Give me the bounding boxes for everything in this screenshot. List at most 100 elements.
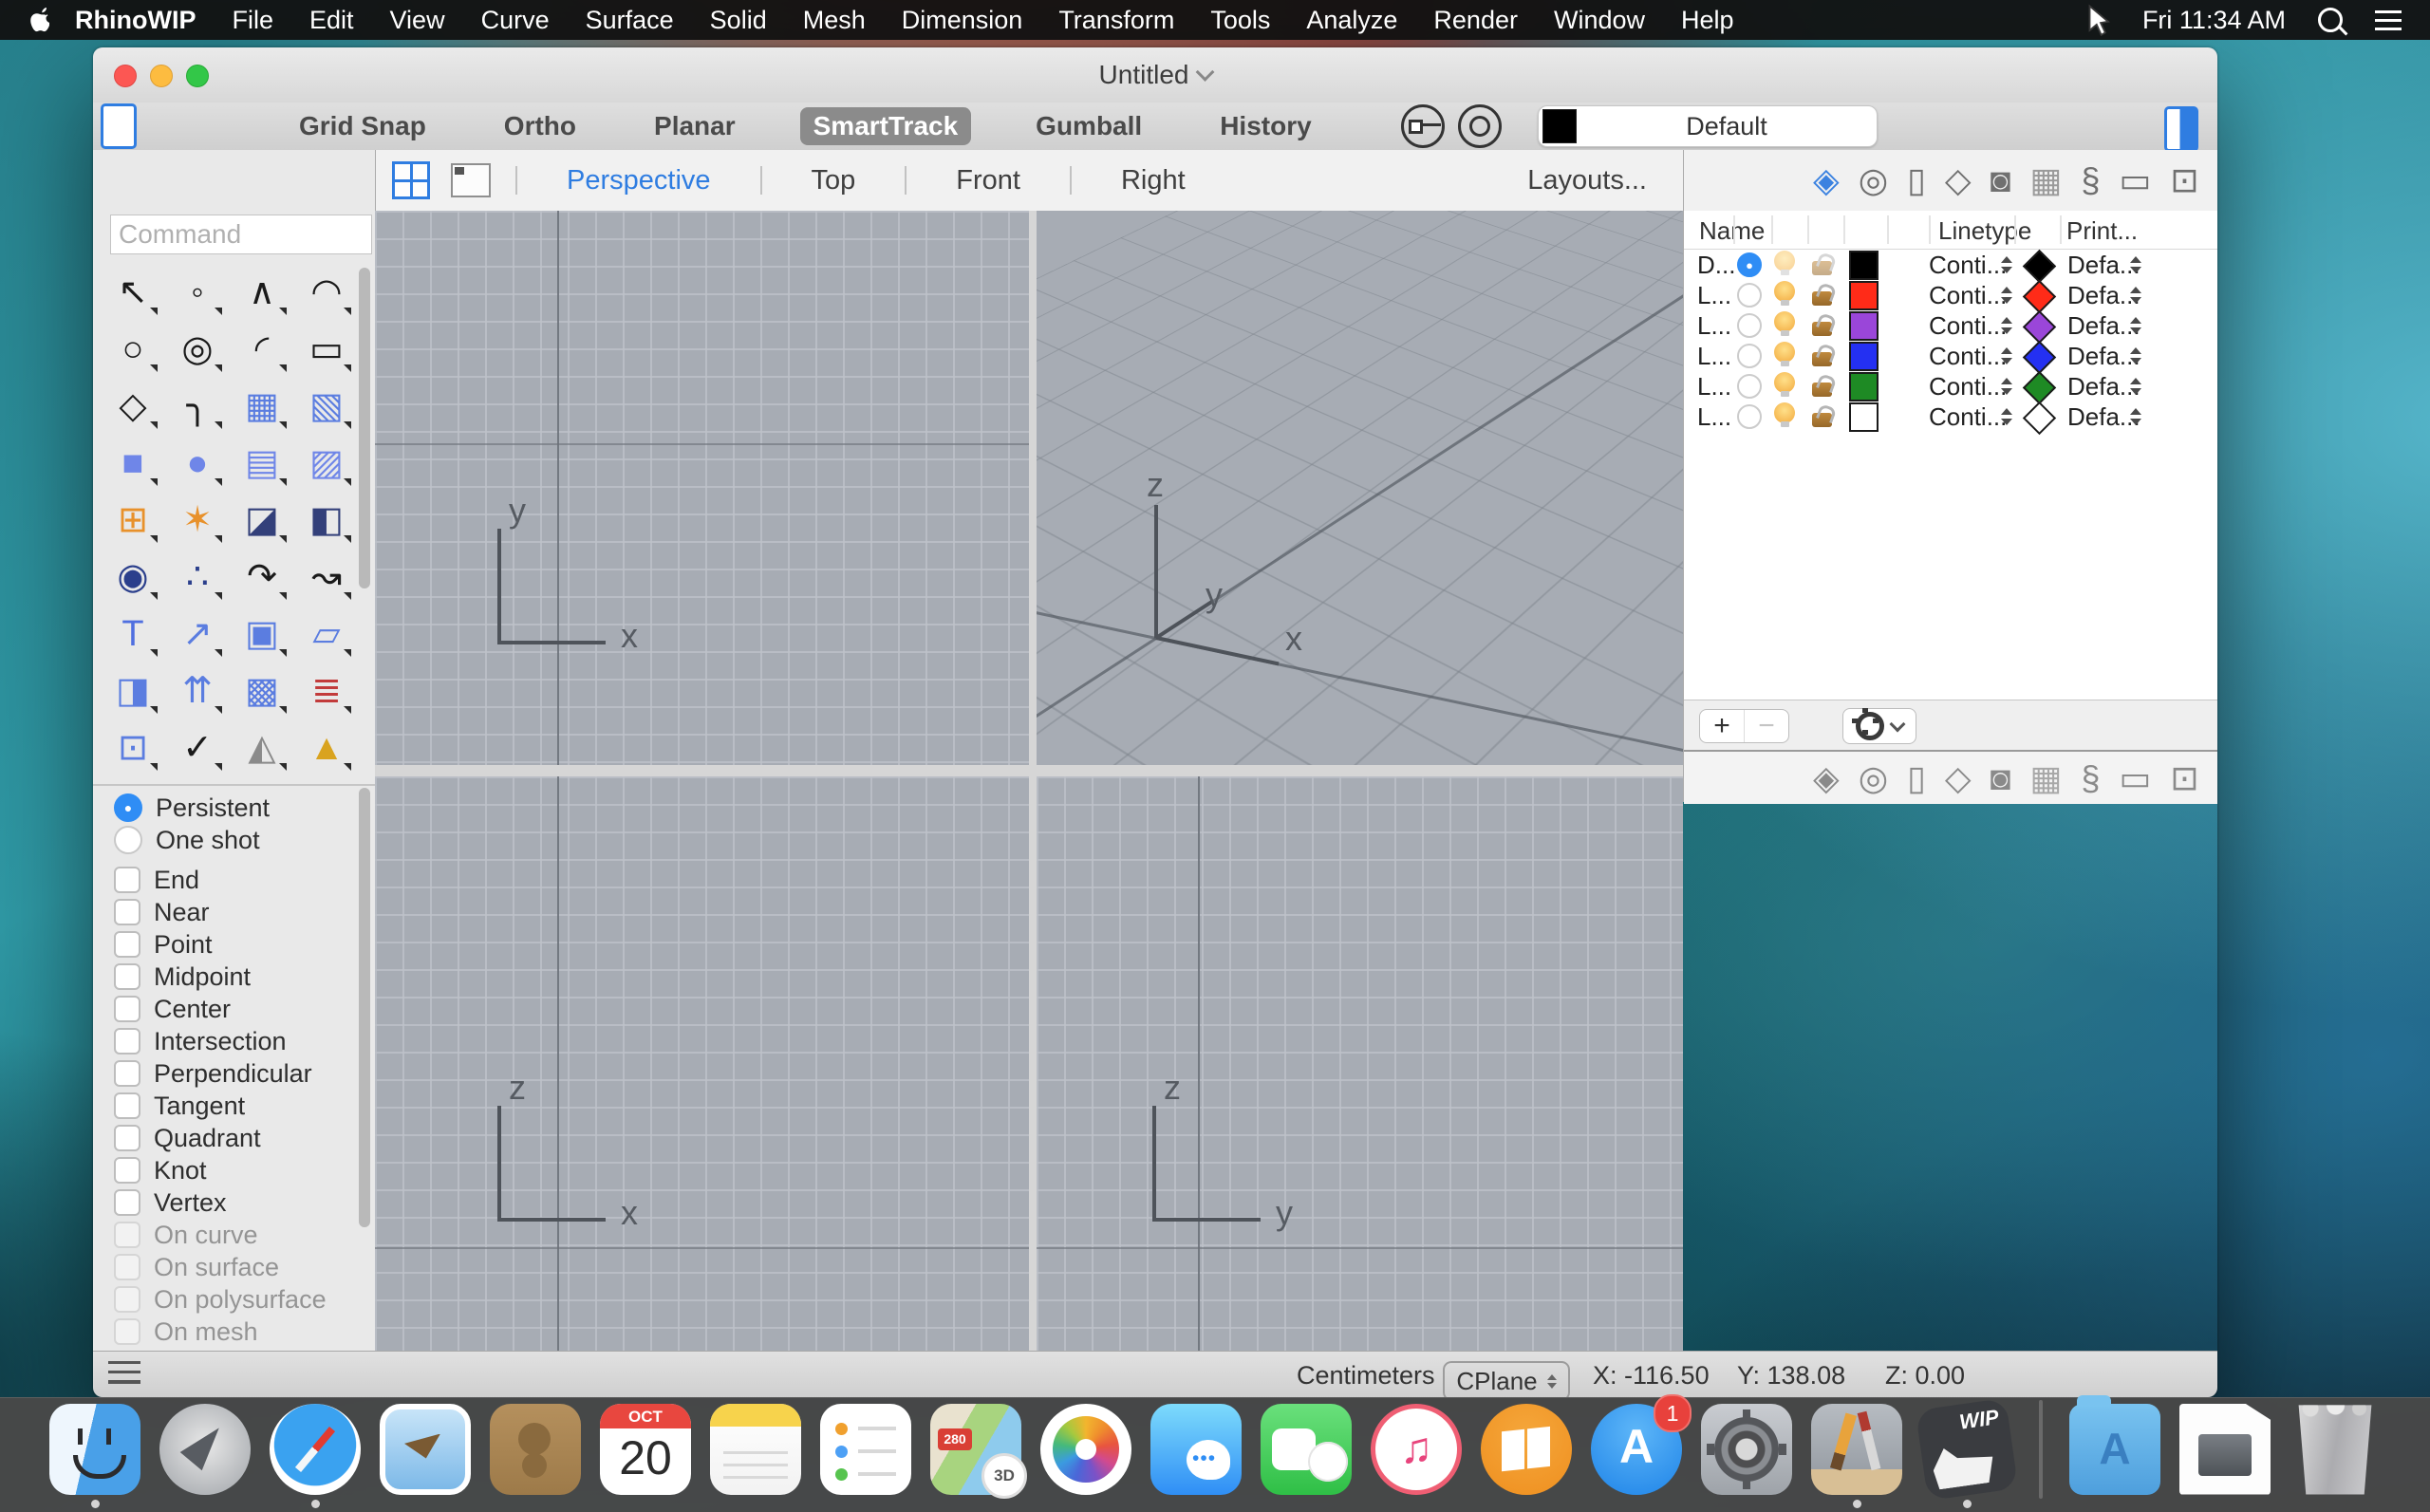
command-history-panel-tab-icon[interactable]: § <box>2081 163 2100 197</box>
dock-reminders[interactable] <box>820 1403 911 1508</box>
single-viewport-layout-icon[interactable] <box>451 163 491 197</box>
block-instance-tool[interactable]: ▣ <box>230 606 294 663</box>
checkbox[interactable] <box>114 963 140 990</box>
fillet-curves-tool[interactable]: ╮ <box>165 378 230 435</box>
print-width-stepper[interactable] <box>2130 347 2141 364</box>
surface-from-points-tool[interactable]: ▦ <box>230 378 294 435</box>
point-tool[interactable]: ◦ <box>165 264 230 321</box>
radio-button[interactable] <box>114 826 142 854</box>
osnap-checkbox-row[interactable]: End <box>93 864 375 896</box>
deform-surface-tool[interactable]: ▨ <box>294 435 359 492</box>
checkbox[interactable] <box>114 1189 140 1216</box>
apple-menu-icon[interactable] <box>28 8 49 32</box>
osnap-checkbox-row[interactable]: Midpoint <box>93 961 375 993</box>
status-menu-icon[interactable] <box>108 1361 140 1384</box>
layer-print-color[interactable] <box>2022 340 2057 375</box>
menu-item[interactable]: Dimension <box>902 6 1023 35</box>
linetype-stepper[interactable] <box>2001 347 2012 364</box>
notification-center-icon[interactable] <box>2375 9 2402 30</box>
layer-print-color[interactable] <box>2022 279 2057 314</box>
orient-mirror-tool[interactable]: ▱ <box>294 606 359 663</box>
polyline-tool[interactable]: ∧ <box>230 264 294 321</box>
toolbar-toggle[interactable]: Ortho <box>491 107 589 145</box>
checkbox[interactable] <box>114 1028 140 1055</box>
properties-panel-tab-icon[interactable]: ◎ <box>1859 163 1888 197</box>
checkbox[interactable] <box>114 931 140 958</box>
text-object-tool[interactable]: T <box>101 606 165 663</box>
plugins-tool[interactable]: ⊞ <box>101 492 165 549</box>
layer-print-color[interactable] <box>2022 401 2057 436</box>
osnap-checkbox-row[interactable]: Near <box>93 896 375 928</box>
osnap-checkbox-row[interactable]: On curve <box>93 1219 375 1251</box>
checkbox[interactable] <box>114 1157 140 1184</box>
circle-center-tool[interactable]: ⊕ <box>101 776 165 784</box>
osnap-checkbox-row[interactable]: Point <box>93 928 375 961</box>
layer-linetype[interactable]: Conti... <box>1929 311 2007 341</box>
menu-item[interactable]: Tools <box>1210 6 1270 35</box>
layer-print-color[interactable] <box>2022 249 2057 284</box>
command-history-panel-tab-icon[interactable]: § <box>2081 760 2100 795</box>
viewport-front[interactable]: z x <box>375 776 1029 1351</box>
record-history-icon[interactable] <box>1401 104 1445 148</box>
menu-bar-clock[interactable]: Fri 11:34 AM <box>2142 6 2286 35</box>
current-layer-radio[interactable]: ● <box>1737 252 1762 277</box>
dock-notes[interactable] <box>710 1403 801 1508</box>
snap-mode-radio-row[interactable]: One shot <box>93 824 375 856</box>
menu-item[interactable]: RhinoWIP <box>75 6 196 35</box>
box-tool[interactable]: ■ <box>101 435 165 492</box>
dock-appstore[interactable]: A 1 <box>1591 1393 1692 1508</box>
display-panel-tab-icon[interactable]: ⊡ <box>2170 163 2198 197</box>
current-layer-radio[interactable] <box>1737 344 1762 368</box>
layers-panel-tab-icon[interactable]: ◈ <box>1813 760 1840 795</box>
dock-document-file[interactable] <box>2179 1403 2271 1508</box>
toolbar-toggle[interactable]: Grid Snap <box>286 107 439 145</box>
four-viewport-layout-icon[interactable] <box>392 161 430 199</box>
adjust-curve-tool[interactable]: ↷ <box>230 549 294 606</box>
dock-applications-folder[interactable]: A <box>2069 1394 2160 1508</box>
dock-maps[interactable]: 280 3D <box>930 1403 1027 1508</box>
layer-row[interactable]: L... Conti... Defa... <box>1684 279 2217 314</box>
named-positions-panel-tab-icon[interactable]: ▭ <box>2119 760 2151 795</box>
osnap-checkbox-row[interactable]: Center <box>93 993 375 1025</box>
named-positions-panel-tab-icon[interactable]: ▭ <box>2119 163 2151 197</box>
active-material-well[interactable]: Default <box>1538 105 1878 147</box>
layer-lock-icon[interactable] <box>1811 342 1836 368</box>
boolean-union-tool[interactable]: ∴ <box>165 549 230 606</box>
primitive-group-tool[interactable]: ◭ <box>230 719 294 776</box>
layer-lock-icon[interactable] <box>1811 402 1836 429</box>
layer-visibility-bulb-icon[interactable] <box>1773 372 1798 399</box>
layer-row[interactable]: L... Conti... Defa... <box>1684 309 2217 345</box>
document-title[interactable]: Untitled <box>1099 47 1215 103</box>
add-layer-button[interactable]: + <box>1700 710 1744 742</box>
boolean-solid-tool[interactable]: ◨ <box>101 663 165 719</box>
layer-visibility-bulb-icon[interactable] <box>1773 281 1798 308</box>
menu-item[interactable]: Surface <box>586 6 674 35</box>
checkbox[interactable] <box>114 867 140 893</box>
layer-row[interactable]: L... Conti... Defa... <box>1684 370 2217 405</box>
checkbox[interactable] <box>114 1254 140 1280</box>
checkbox[interactable] <box>114 1060 140 1087</box>
print-width-stepper[interactable] <box>2130 287 2141 304</box>
menu-item[interactable]: Window <box>1554 6 1645 35</box>
checkbox[interactable] <box>114 1318 140 1345</box>
current-layer-radio[interactable] <box>1737 283 1762 308</box>
toolbar-toggle[interactable]: SmartTrack <box>799 107 972 145</box>
explode-tool[interactable]: ✶ <box>165 492 230 549</box>
viewport-tab[interactable]: Right <box>1070 165 1186 196</box>
dock-rhinowip[interactable]: WIP <box>1915 1397 2019 1508</box>
osnap-checkbox-row[interactable]: Tangent <box>93 1090 375 1122</box>
menu-item[interactable]: Solid <box>710 6 767 35</box>
viewport-top[interactable]: y x <box>375 211 1029 765</box>
layer-visibility-bulb-icon[interactable] <box>1773 402 1798 429</box>
linetype-stepper[interactable] <box>2001 317 2012 334</box>
layer-lock-icon[interactable] <box>1811 311 1836 338</box>
layer-visibility-bulb-icon[interactable] <box>1773 342 1798 368</box>
minimize-window-button[interactable] <box>150 65 173 87</box>
print-width-stepper[interactable] <box>2130 408 2141 425</box>
distribute-align-tool[interactable]: ≣ <box>294 663 359 719</box>
curve-tool[interactable]: ◠ <box>294 264 359 321</box>
dock-itunes[interactable]: ♫ <box>1371 1403 1462 1508</box>
menu-item[interactable]: File <box>232 6 273 35</box>
osnap-checkbox-row[interactable]: Knot <box>93 1154 375 1186</box>
osnap-checkbox-row[interactable]: On mesh <box>93 1316 375 1348</box>
